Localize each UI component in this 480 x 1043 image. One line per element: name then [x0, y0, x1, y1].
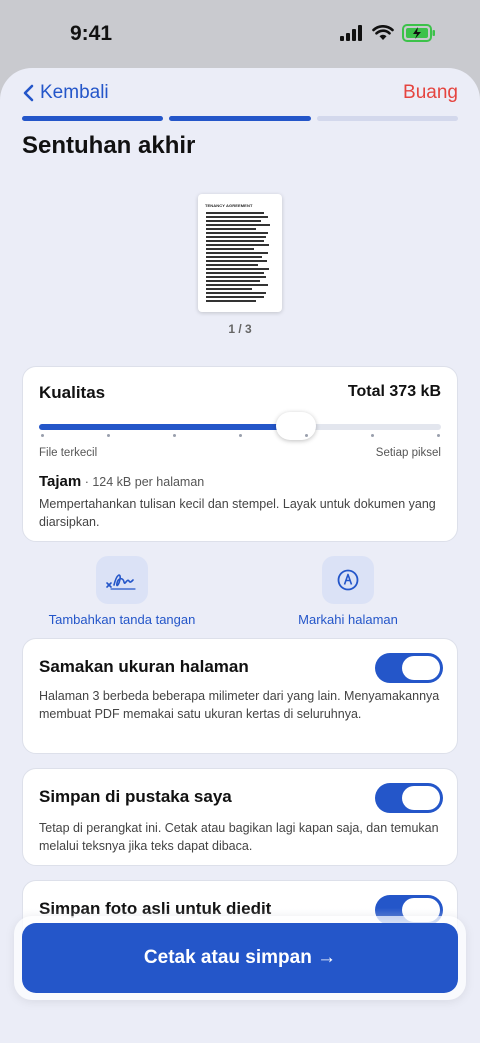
quality-level-detail: · 124 kB per halaman — [81, 475, 205, 489]
preview-text-line — [206, 272, 264, 274]
preview-text-line — [206, 232, 268, 234]
wifi-icon — [372, 25, 394, 40]
page-indicator: 1 / 3 — [228, 322, 252, 336]
quality-card: Kualitas Total 373 kB File terkecil Seti… — [22, 366, 458, 542]
preview-doc-title: TENANCY AGREEMENT — [205, 203, 253, 208]
slider-tick — [239, 434, 242, 437]
cellular-signal-icon — [340, 25, 362, 41]
save-to-library-toggle[interactable] — [375, 783, 443, 813]
add-signature-action[interactable]: Tambahkan tanda tangan — [22, 556, 222, 627]
back-label: Kembali — [40, 82, 109, 103]
preview-text-line — [206, 284, 268, 286]
signature-icon — [106, 574, 136, 590]
markup-pen-icon — [337, 569, 359, 591]
quality-level: Tajam · 124 kB per halaman — [39, 473, 204, 490]
preview-text-line — [206, 300, 256, 302]
preview-text-line — [206, 268, 269, 270]
quality-description: Mempertahankan tulisan kecil dan stempel… — [39, 497, 436, 529]
preview-text-line — [206, 276, 266, 278]
save-to-library-title: Simpan di pustaka saya — [39, 787, 232, 806]
slider-tick — [173, 434, 176, 437]
quality-min-label: File terkecil — [39, 447, 98, 459]
match-page-size-card: Samakan ukuran halaman Halaman 3 berbeda… — [22, 638, 458, 754]
preview-text-line — [206, 216, 268, 218]
quality-level-name: Tajam — [39, 473, 82, 490]
markup-page-action[interactable]: Markahi halaman — [248, 556, 448, 627]
slider-tick — [305, 434, 308, 437]
quick-actions: Tambahkan tanda tangan Markahi halaman — [22, 556, 458, 628]
preview-text-line — [206, 252, 268, 254]
primary-action-bar: Cetak atau simpan → — [14, 916, 466, 1000]
toggle-knob — [402, 786, 440, 810]
preview-text-line — [206, 228, 256, 230]
preview-text-line — [206, 264, 258, 266]
step-segment — [316, 116, 458, 121]
preview-text-line — [206, 248, 254, 250]
preview-text-line — [206, 220, 261, 222]
quality-heading: Kualitas — [39, 383, 106, 402]
signature-icon-tile[interactable] — [96, 556, 148, 604]
discard-button[interactable]: Buang — [403, 82, 458, 104]
preview-text-line — [206, 224, 270, 226]
slider-tick — [437, 434, 440, 437]
back-button[interactable]: Kembali — [22, 82, 109, 104]
finishing-sheet: Kembali Buang Sentuhan akhir TENANCY AGR… — [0, 68, 480, 1043]
preview-text-line — [206, 260, 267, 262]
toggle-knob — [402, 656, 440, 680]
preview-text-line — [206, 256, 262, 258]
match-page-size-toggle[interactable] — [375, 653, 443, 683]
preview-text-line — [206, 280, 260, 282]
page-preview-thumbnail[interactable]: TENANCY AGREEMENT — [198, 194, 282, 312]
match-page-size-title: Samakan ukuran halaman — [39, 657, 249, 676]
quality-slider-fill — [39, 424, 297, 430]
page-title: Sentuhan akhir — [22, 132, 196, 159]
preview-text-line — [206, 288, 252, 290]
quality-slider[interactable] — [39, 412, 441, 440]
slider-tick — [41, 434, 44, 437]
preview-text-line — [206, 296, 264, 298]
step-progress — [22, 116, 458, 121]
print-or-save-button[interactable]: Cetak atau simpan → — [22, 923, 458, 993]
preview-text-line — [206, 236, 266, 238]
match-page-size-description: Halaman 3 berbeda beberapa milimeter dar… — [39, 689, 440, 721]
step-segment — [169, 116, 311, 121]
quality-total-size: Total 373 kB — [347, 383, 441, 400]
status-bar: 9:41 — [0, 0, 480, 68]
save-to-library-description: Tetap di perangkat ini. Cetak atau bagik… — [39, 821, 439, 853]
add-signature-label: Tambahkan tanda tangan — [48, 612, 196, 627]
quality-slider-handle[interactable] — [276, 412, 317, 440]
markup-icon-tile[interactable] — [322, 556, 374, 604]
slider-tick — [371, 434, 374, 437]
slider-tick — [107, 434, 110, 437]
step-segment — [22, 116, 164, 121]
chevron-left-icon — [23, 84, 34, 102]
quality-max-label: Setiap piksel — [375, 447, 441, 459]
status-icons — [340, 24, 436, 42]
preview-text-line — [206, 244, 269, 246]
preview-text-line — [206, 240, 264, 242]
preview-text-line — [206, 212, 264, 214]
markup-page-label: Markahi halaman — [298, 612, 398, 627]
preview-text-line — [206, 292, 266, 294]
status-time: 9:41 — [70, 22, 113, 45]
battery-charging-icon — [402, 24, 435, 42]
save-to-library-card: Simpan di pustaka saya Tetap di perangka… — [22, 768, 458, 866]
